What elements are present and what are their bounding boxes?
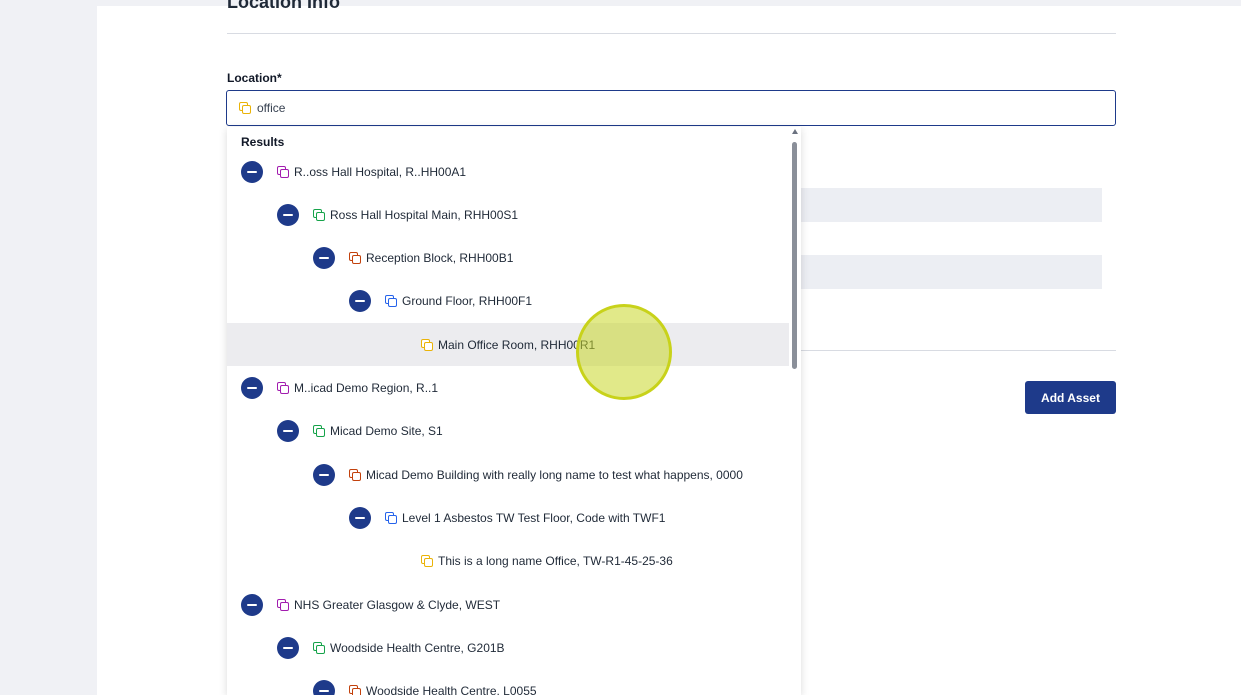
collapse-icon[interactable] bbox=[277, 203, 299, 226]
building-icon bbox=[349, 685, 361, 695]
location-search-input[interactable]: office bbox=[226, 90, 1116, 126]
tree-item-label: Micad Demo Building with really long nam… bbox=[366, 467, 743, 482]
site-icon bbox=[313, 425, 325, 438]
building-icon bbox=[349, 252, 361, 265]
collapse-icon[interactable] bbox=[313, 463, 335, 486]
results-header: Results bbox=[241, 135, 285, 149]
floor-icon bbox=[385, 511, 397, 524]
title-divider bbox=[227, 33, 1116, 34]
tree-item-floor[interactable]: Ground Floor, RHH00F1 bbox=[227, 280, 789, 323]
tree-item-room[interactable]: This is a long name Office, TW-R1-45-25-… bbox=[227, 540, 789, 583]
region-icon bbox=[277, 382, 289, 394]
tree-item-label: Ground Floor, RHH00F1 bbox=[402, 294, 533, 309]
tree-item-label: Ross Hall Hospital Main, RHH00S1 bbox=[330, 207, 519, 222]
site-icon bbox=[313, 641, 325, 654]
collapse-icon[interactable] bbox=[241, 160, 263, 183]
tree-item-label: Woodside Health Centre, L0055 bbox=[366, 684, 537, 695]
collapse-icon[interactable] bbox=[349, 506, 371, 529]
collapse-icon[interactable] bbox=[349, 290, 371, 313]
tree-item-label: M..icad Demo Region, R..1 bbox=[294, 381, 439, 395]
collapse-icon[interactable] bbox=[277, 636, 299, 659]
collapse-icon[interactable] bbox=[241, 593, 263, 616]
tree-item-label: Reception Block, RHH00B1 bbox=[366, 251, 514, 266]
tree-item-label: R..oss Hall Hospital, R..HH00A1 bbox=[294, 164, 467, 179]
tree-item-label: This is a long name Office, TW-R1-45-25-… bbox=[438, 554, 673, 569]
tree-item-building[interactable]: Woodside Health Centre, L0055 bbox=[227, 670, 789, 695]
add-asset-button[interactable]: Add Asset bbox=[1025, 381, 1116, 414]
tree-item-label: NHS Greater Glasgow & Clyde, WEST bbox=[294, 597, 501, 612]
tree-item-label: Main Office Room, RHH00R1 bbox=[438, 337, 596, 352]
room-icon bbox=[421, 555, 433, 568]
dropdown-scrollbar[interactable] bbox=[789, 127, 801, 695]
site-icon bbox=[313, 208, 325, 221]
tree-item-region[interactable]: M..icad Demo Region, R..1 bbox=[227, 367, 789, 410]
location-results-dropdown: Results R..oss Hall Hospital, R..HH00A1 R… bbox=[227, 127, 801, 695]
location-label: Location* bbox=[227, 71, 282, 85]
tree-item-site[interactable]: Ross Hall Hospital Main, RHH00S1 bbox=[227, 193, 789, 236]
room-icon bbox=[239, 102, 251, 114]
tree-item-building[interactable]: Micad Demo Building with really long nam… bbox=[227, 453, 789, 496]
tree-item-site[interactable]: Micad Demo Site, S1 bbox=[227, 410, 789, 453]
tree-item-room[interactable]: Main Office Room, RHH00R1 bbox=[227, 323, 789, 367]
search-value: office bbox=[257, 101, 286, 115]
collapse-icon[interactable] bbox=[241, 377, 263, 399]
collapse-icon[interactable] bbox=[277, 420, 299, 443]
section-title: Location Info bbox=[227, 0, 340, 12]
left-gutter bbox=[0, 0, 97, 695]
scroll-thumb[interactable] bbox=[792, 142, 797, 369]
tree-item-building[interactable]: Reception Block, RHH00B1 bbox=[227, 237, 789, 280]
scroll-up-icon[interactable] bbox=[792, 129, 798, 134]
tree-item-label: Micad Demo Site, S1 bbox=[330, 424, 443, 439]
region-icon bbox=[277, 165, 289, 178]
floor-icon bbox=[385, 295, 397, 308]
room-icon bbox=[421, 338, 433, 351]
tree-item-label: Level 1 Asbestos TW Test Floor, Code wit… bbox=[402, 510, 666, 525]
collapse-icon[interactable] bbox=[313, 680, 335, 695]
building-icon bbox=[349, 468, 361, 481]
region-icon bbox=[277, 598, 289, 611]
tree-item-floor[interactable]: Level 1 Asbestos TW Test Floor, Code wit… bbox=[227, 496, 789, 539]
tree-item-label: Woodside Health Centre, G201B bbox=[330, 640, 505, 655]
collapse-icon[interactable] bbox=[313, 247, 335, 270]
tree-item-region[interactable]: NHS Greater Glasgow & Clyde, WEST bbox=[227, 583, 789, 626]
tree-item-region[interactable]: R..oss Hall Hospital, R..HH00A1 bbox=[227, 150, 789, 193]
tree-item-site[interactable]: Woodside Health Centre, G201B bbox=[227, 626, 789, 669]
